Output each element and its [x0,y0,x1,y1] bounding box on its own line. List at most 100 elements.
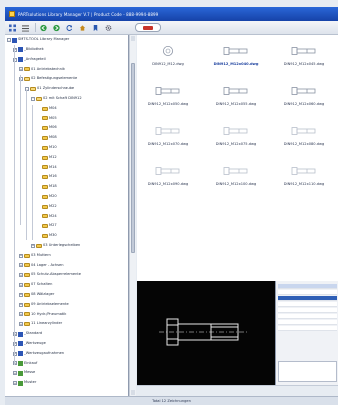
expand-toggle-icon[interactable]: - [7,38,11,42]
part-thumbnail[interactable]: DIN912_M12x100.dwg [203,161,269,191]
expand-toggle-icon[interactable]: + [19,253,23,258]
folder-icon [42,145,48,150]
scrollbar-thumb[interactable] [131,63,135,253]
part-thumbnail[interactable]: DIN912_M12x070.dwg [137,121,201,151]
tree-item[interactable]: +M08 [37,135,57,141]
library-icon [18,341,23,347]
tree-item-label: 07 Schalten [31,282,53,287]
tree-item-label: 04 Lager - Achsen [31,262,64,267]
splitter-bar[interactable] [137,385,338,396]
tree-item[interactable]: + Muster [13,380,36,386]
folder-icon [42,185,48,189]
tree-item[interactable]: + Messe [13,370,35,376]
home-icon[interactable] [78,23,87,32]
tree-item[interactable]: - _Anfrageteil [13,57,46,63]
part-thumbnail[interactable]: DIN912_M12x060.dwg [271,81,337,111]
expand-toggle-icon[interactable]: + [19,67,23,72]
tree-item[interactable]: +M16 [37,174,57,180]
search-icon [143,25,153,30]
part-thumbnail[interactable]: DIN912_M12x080.dwg [271,121,337,151]
tree-item[interactable]: +M10 [37,145,57,151]
expand-toggle-icon[interactable]: + [19,302,23,307]
part-thumbnail[interactable]: DIN912_M12x110.dwg [271,161,337,191]
tree-item[interactable]: +M24 [37,213,57,219]
part-filename: DIN912_M12x060.dwg [283,102,325,106]
search-field[interactable] [135,23,161,32]
tree-item[interactable]: +01 Antriebstechnik [19,66,65,72]
expand-toggle-icon[interactable]: - [31,96,35,101]
part-thumbnail[interactable]: DIN912_M12x090.dwg [137,161,201,191]
tree-item[interactable]: -01 Zylinderschraube [25,86,74,92]
tree-item[interactable]: +07 Schalten [19,282,52,288]
tree-item[interactable]: + _Werkzeuge [13,341,46,347]
part-thumbnail[interactable]: DIN912_M12x055.dwg [203,81,269,111]
expand-toggle-icon[interactable]: + [19,312,23,317]
tree-item[interactable]: +03 Unterlegscheiben [31,243,80,249]
scroll-up-arrow[interactable] [131,36,135,41]
tree-item[interactable]: +M18 [37,184,57,190]
tree-item[interactable]: + _Bibliothek [13,47,44,53]
tree-item-label: M22 [49,203,57,208]
expand-toggle-icon[interactable]: + [19,322,23,327]
folder-icon [24,67,30,72]
tree-item[interactable]: +10 Hydr./Pneumatik [19,311,66,317]
part-thumbnail[interactable]: DIN912_M12x040.dwg [203,41,269,71]
tree-item-label: M24 [49,213,57,218]
part-filename: DIN912_M12x075.dwg [215,142,257,146]
library-icon [18,331,23,337]
folder-icon [24,273,30,278]
refresh-icon[interactable] [65,23,74,32]
part-side-view-icon [290,165,318,177]
tree-item[interactable]: -02 Befestigungselemente [19,76,77,82]
tree-item[interactable]: +08 Wälzlager [19,292,54,298]
tree-item[interactable]: +09 Antriebselemente [19,302,69,308]
part-side-view-icon [222,165,250,177]
tree-item-label: M05 [49,115,57,120]
tree-item[interactable]: +M30 [37,233,57,239]
bookmark-icon[interactable] [91,23,100,32]
tree-item[interactable]: + _Standard [13,331,42,337]
expand-toggle-icon[interactable]: + [13,381,17,385]
forward-icon[interactable] [52,23,61,32]
part-filename: DIN912_M12x110.dwg [283,182,325,186]
folder-icon [42,136,48,140]
scroll-down-arrow[interactable] [131,390,135,395]
back-icon[interactable] [39,23,48,32]
parts-thumbnail-grid: DIN912_M12.dwg DIN912_M12x040.dwg DIN912_M… [137,35,338,281]
tree-item[interactable]: +M14 [37,164,57,170]
property-row-selected[interactable] [278,296,337,301]
tree-item[interactable]: +M06 [37,125,57,131]
part-thumbnail[interactable]: DIN912_M12x045.dwg [271,41,337,71]
tree-item[interactable]: + _Werkzeugaufnahmen [13,351,64,357]
tree-item[interactable]: +M05 [37,115,57,121]
expand-toggle-icon[interactable]: + [13,371,17,376]
list-icon[interactable] [21,23,30,32]
expand-toggle-icon[interactable]: + [19,283,23,287]
properties-panel [275,281,338,385]
grid-icon[interactable] [8,23,17,32]
tree-item[interactable]: +M22 [37,204,57,210]
expand-toggle-icon[interactable]: + [19,263,23,268]
settings-icon[interactable] [104,23,113,32]
tree-item[interactable]: +04 Lager - Achsen [19,262,63,268]
tree-item[interactable]: +M12 [37,155,57,161]
tree-item[interactable]: +M20 [37,194,57,200]
part-thumbnail[interactable]: DIN912_M12x050.dwg [137,81,201,111]
part-thumbnail[interactable]: DIN912_M12x075.dwg [203,121,269,151]
tree-item[interactable]: +M27 [37,223,57,229]
tree-item[interactable]: - SMTS-TOOL Library Manager [7,37,69,43]
toolbar [5,21,338,35]
tree-item-label: _Standard [24,331,43,336]
tree-item[interactable]: +03 Muttern [19,253,51,259]
tree-item[interactable]: - 02 mit Schaft DIN912 [31,96,82,102]
part-thumbnail[interactable]: DIN912_M12.dwg [137,41,201,71]
expand-toggle-icon[interactable]: + [19,273,23,278]
expand-toggle-icon[interactable]: + [31,243,35,248]
tree-item[interactable]: +05 Schutz-Absperrelemente [19,272,81,278]
tree-scrollbar[interactable] [129,35,136,396]
tree-item[interactable]: +M04 [37,106,57,112]
expand-toggle-icon[interactable]: + [19,292,23,297]
folder-icon [24,302,30,307]
tree-item[interactable]: +11 Linearzylinder [19,321,62,327]
tree-item[interactable]: + Einkauf [13,360,37,366]
